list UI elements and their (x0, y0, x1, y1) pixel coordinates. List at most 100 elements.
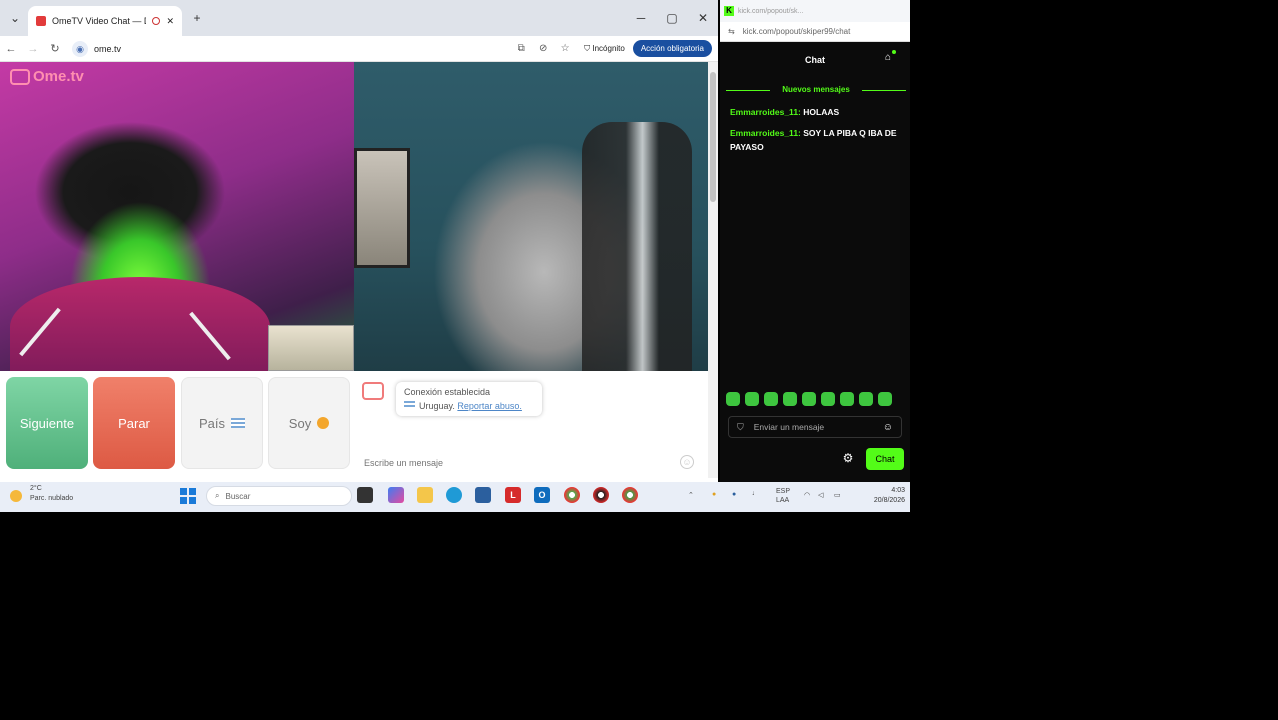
site-settings-icon[interactable]: ⇆ (728, 27, 735, 36)
forward-icon[interactable]: → (22, 43, 44, 55)
report-abuse-link[interactable]: Reportar abuso. (457, 401, 522, 411)
chat-text: HOLAAS (803, 107, 840, 117)
scrollbar-thumb[interactable] (710, 72, 716, 202)
minimize-button[interactable]: ─ (626, 0, 656, 36)
back-icon[interactable]: ← (0, 43, 22, 55)
incognito-indicator[interactable]: ⛉ Incógnito (576, 44, 633, 54)
ometv-favicon-icon (36, 16, 46, 26)
weather-widget[interactable]: 2°C Parc. nublado (10, 484, 90, 510)
chrome-incognito-icon[interactable] (593, 487, 609, 503)
emote-icon[interactable] (745, 392, 759, 406)
language-indicator[interactable]: ESP LAA (776, 487, 790, 505)
chat-message: Emmarroides_11: HOLAAS (730, 105, 900, 119)
kick-emoji-icon[interactable]: ☺ (883, 422, 893, 433)
lang-top: ESP (776, 488, 791, 495)
reload-icon[interactable]: ↻ (44, 42, 66, 55)
taskbar-search[interactable]: ⌕ Buscar (206, 486, 352, 506)
microphone-icon[interactable]: ♩ (752, 490, 759, 497)
ometv-logo: Ome.tv (10, 68, 84, 86)
new-messages-divider[interactable]: Nuevos mensajes (726, 84, 906, 96)
stop-label: Parar (118, 415, 150, 431)
camera-blocked-icon[interactable]: ⊘ (532, 43, 554, 54)
translate-icon[interactable]: ⧉ (510, 43, 532, 54)
video-chair-shape (582, 122, 692, 371)
chat-message: Emmarroides_11: SOY LA PIBA Q IBA DE PAY… (730, 126, 900, 154)
connection-status-bubble: Conexión establecida Uruguay. Reportar a… (396, 382, 542, 416)
emote-icon[interactable] (783, 392, 797, 406)
emote-icon[interactable] (821, 392, 835, 406)
country-label: País (198, 415, 225, 431)
gender-button[interactable]: Soy (268, 377, 350, 469)
emote-icon[interactable] (726, 392, 740, 406)
address-bar[interactable]: ◉ ome.tv (72, 39, 510, 59)
message-input[interactable] (362, 456, 672, 470)
emote-icon[interactable] (802, 392, 816, 406)
kick-message-input[interactable] (751, 421, 875, 433)
emoji-picker-icon[interactable]: ☺ (680, 455, 694, 469)
wifi-icon[interactable]: ◠ (804, 491, 810, 499)
weather-desc: Parc. nublado (30, 495, 74, 502)
chrome-icon[interactable] (564, 487, 580, 503)
send-chat-button[interactable]: Chat (866, 448, 904, 470)
emote-icon[interactable] (840, 392, 854, 406)
chrome-profile-icon[interactable] (622, 487, 638, 503)
video-picture-frame (354, 148, 410, 268)
site-info-icon[interactable]: ◉ (72, 40, 88, 57)
tab-strip: ⌄ OmeTV Video Chat — Dev ✕ + ─ ▢ ✕ (0, 0, 718, 36)
tab-title: OmeTV Video Chat — Dev (52, 16, 146, 26)
new-tab-button[interactable]: + (182, 0, 212, 36)
emote-icon[interactable] (878, 392, 892, 406)
chat-username[interactable]: Emmarroides_11: (730, 107, 801, 117)
copilot-icon[interactable] (388, 487, 404, 503)
recording-icon (152, 17, 161, 25)
tab-search-icon[interactable]: ⌄ (0, 0, 30, 36)
windows-start-icon[interactable] (180, 488, 196, 504)
taskbar-clock[interactable]: 4:03 20/8/2026 (855, 486, 905, 506)
browser-toolbar: ← → ↻ ◉ ome.tv ⧉ ⊘ ☆ ⛉ Incógnito Acción … (0, 36, 718, 62)
app-l-icon[interactable]: L (505, 487, 521, 503)
logo-text: Ome.tv (33, 68, 84, 85)
country-flag-icon (404, 401, 415, 409)
tray-app-icon[interactable]: ● (712, 491, 716, 498)
tray-shield-icon[interactable]: ● (732, 491, 736, 498)
kick-address-bar[interactable]: ⇆ kick.com/popout/skiper99/chat (720, 22, 910, 42)
close-window-button[interactable]: ✕ (688, 0, 718, 36)
country-button[interactable]: País (181, 377, 263, 469)
bookmark-star-icon[interactable]: ☆ (554, 43, 576, 54)
weather-cloud-icon (10, 490, 22, 502)
file-explorer-icon[interactable] (417, 487, 433, 503)
remote-video (354, 62, 708, 371)
outlook-icon[interactable]: O (534, 487, 550, 503)
tab-close-icon[interactable]: ✕ (166, 16, 174, 27)
edge-icon[interactable] (446, 487, 462, 503)
maximize-button[interactable]: ▢ (657, 0, 687, 36)
emote-icon[interactable] (859, 392, 873, 406)
volume-icon[interactable]: ◁ (818, 491, 823, 499)
clock-time: 4:03 (891, 487, 905, 494)
connection-status-text: Conexión establecida (404, 387, 491, 397)
address-url: ome.tv (94, 43, 122, 54)
weather-temp: 2°C (30, 485, 42, 492)
stop-button[interactable]: Parar (93, 377, 175, 469)
emote-icon[interactable] (764, 392, 778, 406)
search-icon: ⌕ (215, 491, 220, 500)
tray-chevron-up-icon[interactable]: ⌃ (688, 491, 694, 499)
page-scrollbar[interactable] (708, 62, 718, 478)
kick-window-title: kick.com/popout/sk... (738, 7, 804, 15)
chat-settings-gear-icon[interactable]: ⚙ (840, 450, 856, 466)
next-button[interactable]: Siguiente (6, 377, 88, 469)
action-required-button[interactable]: Acción obligatoria (632, 40, 712, 57)
gender-label: Soy (288, 415, 312, 431)
ometv-chat-avatar-icon (362, 382, 384, 400)
clock-date: 20/8/2026 (873, 497, 905, 504)
task-view-icon[interactable] (357, 487, 373, 503)
battery-icon[interactable]: ▭ (834, 491, 841, 499)
kick-url-text: kick.com/popout/skiper99/chat (742, 27, 851, 36)
next-label: Siguiente (19, 415, 75, 431)
shield-icon[interactable]: ⛉ (737, 422, 744, 433)
store-icon[interactable] (475, 487, 491, 503)
gift-icon[interactable]: ⌂ (882, 50, 896, 64)
chat-username[interactable]: Emmarroides_11: (730, 128, 801, 138)
new-messages-label: Nuevos mensajes (782, 85, 850, 94)
tab-ometv[interactable]: OmeTV Video Chat — Dev ✕ (28, 6, 182, 36)
